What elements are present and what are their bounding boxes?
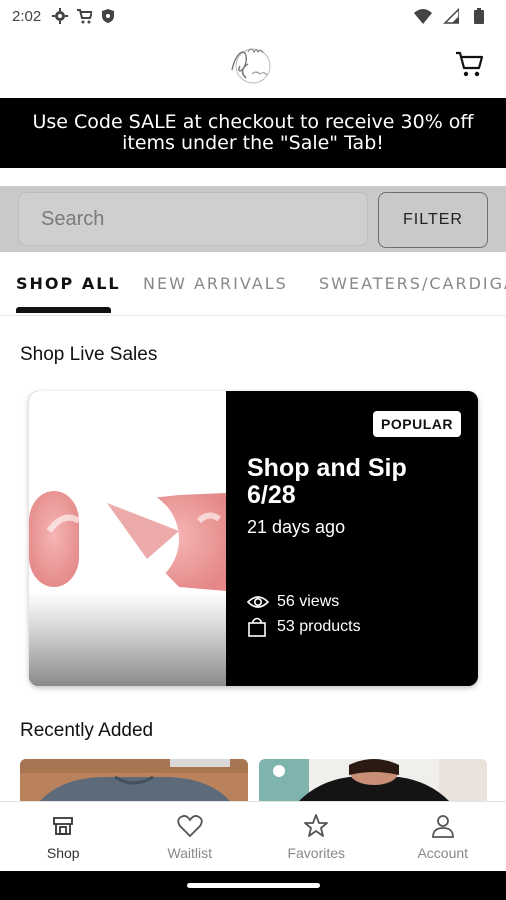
nav-shop[interactable]: Shop	[0, 802, 127, 871]
search-bar: Search FILTER	[0, 186, 506, 252]
products-stat: 53 products	[247, 617, 361, 637]
shopping-bag-icon	[247, 617, 269, 637]
products-count: 53 products	[277, 618, 361, 635]
cart-icon	[456, 51, 484, 77]
live-sale-time: 21 days ago	[247, 517, 346, 537]
recent-product-card[interactable]	[259, 759, 487, 801]
search-input[interactable]: Search	[18, 192, 368, 246]
shield-icon	[99, 7, 117, 25]
system-navigation-bar	[0, 871, 506, 900]
cart-icon	[75, 7, 93, 25]
promo-text: Use Code SALE at checkout to receive 30%…	[32, 111, 474, 154]
tab-sweaters-cardigans[interactable]: SWEATERS/CARDIGANS	[319, 274, 506, 293]
nav-account-label: Account	[417, 844, 469, 861]
eye-icon	[247, 592, 269, 612]
filter-button[interactable]: FILTER	[378, 192, 488, 248]
filter-label: FILTER	[403, 211, 463, 228]
nav-favorites[interactable]: Favorites	[253, 802, 380, 871]
gear-icon	[51, 7, 69, 25]
shop-icon	[50, 813, 76, 839]
sunglasses-image	[29, 489, 226, 591]
nav-waitlist[interactable]: Waitlist	[127, 802, 254, 871]
views-stat: 56 views	[247, 592, 339, 612]
app-header	[0, 32, 506, 98]
search-placeholder: Search	[41, 207, 105, 230]
nav-account[interactable]: Account	[380, 802, 506, 871]
person-icon	[430, 813, 456, 839]
live-sale-info: POPULAR Shop and Sip 6/28 21 days ago 56…	[226, 391, 478, 686]
signal-icon	[442, 7, 460, 25]
live-sale-title: Shop and Sip 6/28	[247, 454, 407, 509]
tab-shop-all[interactable]: SHOP ALL	[16, 274, 121, 293]
promo-banner: Use Code SALE at checkout to receive 30%…	[0, 98, 506, 168]
nav-waitlist-label: Waitlist	[167, 844, 213, 861]
tab-new-arrivals[interactable]: NEW ARRIVALS	[143, 274, 288, 293]
status-time: 2:02	[12, 7, 42, 25]
annies-closet-logo[interactable]	[226, 40, 278, 88]
recent-product-card[interactable]	[20, 759, 248, 801]
section-title-live-sales: Shop Live Sales	[20, 344, 158, 365]
home-gesture-handle[interactable]	[187, 883, 320, 888]
status-bar: 2:02	[0, 0, 506, 32]
live-sale-thumbnail	[29, 391, 226, 686]
section-title-recently-added: Recently Added	[20, 720, 154, 741]
popular-badge: POPULAR	[373, 411, 461, 437]
cart-button[interactable]	[454, 48, 486, 80]
wifi-icon	[414, 7, 432, 25]
views-count: 56 views	[277, 593, 340, 610]
heart-icon	[177, 813, 203, 839]
active-tab-indicator	[16, 307, 111, 313]
product-image	[259, 759, 487, 801]
bottom-nav: Shop Waitlist Favorites Account	[0, 801, 506, 871]
product-image	[20, 759, 248, 801]
battery-icon	[470, 7, 488, 25]
live-sale-card[interactable]: POPULAR Shop and Sip 6/28 21 days ago 56…	[29, 391, 478, 686]
nav-favorites-label: Favorites	[287, 844, 346, 861]
nav-shop-label: Shop	[46, 844, 80, 861]
star-icon	[303, 813, 329, 839]
